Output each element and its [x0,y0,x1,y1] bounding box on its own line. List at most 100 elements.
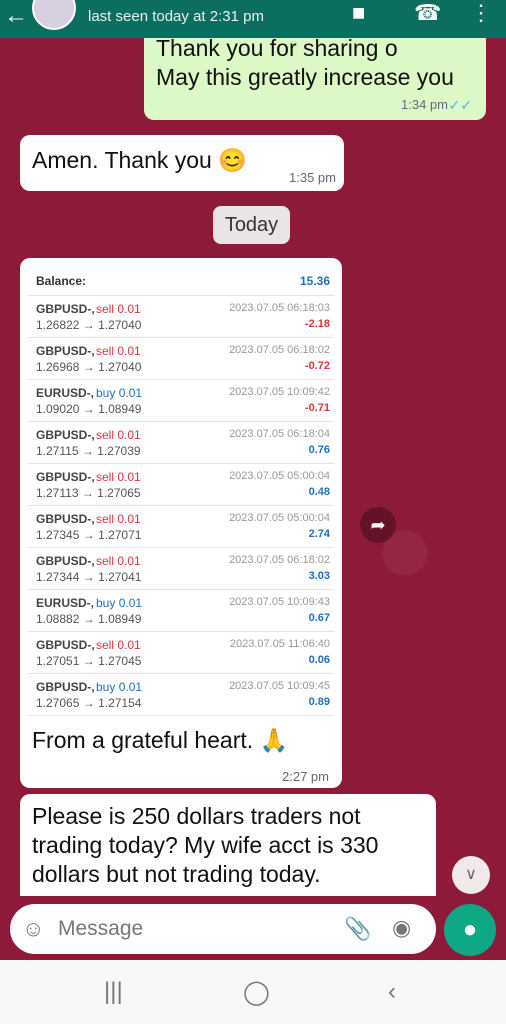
trade-profit: -0.72 [304,360,330,372]
chat-area[interactable]: Thank you for sharing o May this greatly… [0,38,506,896]
trade-profit: 0.89 [308,696,330,708]
emoji-icon[interactable]: ☺ [22,916,44,942]
trade-direction: sell 0.01 [96,554,141,568]
trade-profit: 0.48 [308,486,330,498]
trade-symbol: GBPUSD-, [36,512,95,526]
trade-row: GBPUSD-, sell 0.01 1.27113 → 1.27065 2023.0… [28,464,334,506]
last-seen-status: last seen today at 2:31 pm [88,8,264,25]
trade-symbol: GBPUSD-, [36,428,95,442]
trade-prices: 1.26822 → 1.27040 [36,318,142,332]
message-line: trading today? My wife acct is 330 [32,832,379,858]
trade-profit: 0.76 [308,444,330,456]
message-time: 1:34 pm [401,97,448,112]
trade-symbol: EURUSD-, [36,596,95,610]
forward-icon[interactable]: ➦ [360,507,396,543]
mic-icon: ● [462,916,478,943]
trade-datetime: 2023.07.05 06:18:02 [229,554,330,566]
trade-row: GBPUSD-, sell 0.01 1.27115 → 1.27039 2023.0… [28,422,334,464]
message-time: 1:35 pm [289,170,336,185]
trade-profit: -2.18 [304,318,330,330]
trade-symbol: GBPUSD-, [36,344,95,358]
trade-direction: sell 0.01 [96,470,141,484]
date-chip: Today [213,206,290,244]
camera-icon[interactable]: ◉ [392,915,411,941]
trade-datetime: 2023.07.05 10:09:42 [229,386,330,398]
read-ticks-icon: ✓✓ [448,97,472,113]
trade-datetime: 2023.07.05 11:06:40 [229,638,330,650]
incoming-message[interactable]: Amen. Thank you 😊 1:35 pm [20,135,344,191]
message-text: Amen. Thank you 😊 [32,147,247,173]
trade-history-image[interactable]: Balance: 15.36 GBPUSD-, sell 0.01 1.26822 … [28,266,334,716]
trade-direction: sell 0.01 [96,428,141,442]
scroll-down-icon[interactable]: ∨ [452,856,490,894]
incoming-message[interactable]: Please is 250 dollars traders not tradin… [20,794,436,896]
message-input[interactable] [58,914,318,944]
trade-direction: buy 0.01 [96,596,143,610]
trade-profit: 3.03 [308,570,330,582]
trade-row: GBPUSD-, sell 0.01 1.27051 → 1.27045 2023.0… [28,632,334,674]
attach-icon[interactable]: 📎 [344,916,371,942]
mic-button[interactable]: ● [444,904,496,956]
trade-symbol: GBPUSD-, [36,554,95,568]
balance-row: Balance: 15.36 [28,266,334,296]
trade-direction: sell 0.01 [96,344,141,358]
trade-datetime: 2023.07.05 10:09:43 [229,596,330,608]
back-arrow-icon[interactable]: ← [4,2,28,30]
trade-profit: 0.67 [308,612,330,624]
trade-symbol: EURUSD-, [36,386,95,400]
trade-datetime: 2023.07.05 06:18:02 [229,344,330,356]
back-nav-icon[interactable]: ‹ [388,978,396,1006]
trade-prices: 1.09020 → 1.08949 [36,402,142,416]
trade-row: GBPUSD-, sell 0.01 1.27345 → 1.27071 2023.0… [28,506,334,548]
trade-datetime: 2023.07.05 06:18:04 [229,428,330,440]
message-box[interactable]: ☺ 📎 ◉ [10,904,436,954]
trade-row: EURUSD-, buy 0.01 1.09020 → 1.08949 2023.07… [28,380,334,422]
trade-profit: 2.74 [308,528,330,540]
balance-value: 15.36 [299,274,330,288]
trade-profit: 0.06 [308,654,330,666]
trade-datetime: 2023.07.05 05:00:04 [229,470,330,482]
message-line: dollars but not trading today. [32,861,321,887]
message-line: Please is 250 dollars traders not [32,803,361,829]
message-time: 2:27 pm [282,769,329,784]
outgoing-message[interactable]: Thank you for sharing o May this greatly… [144,38,486,120]
trade-direction: sell 0.01 [96,638,141,652]
balance-label: Balance: [36,274,87,288]
recent-apps-icon[interactable]: ||| [104,978,123,1006]
trade-row: GBPUSD-, buy 0.01 1.27065 → 1.27154 2023.07… [28,674,334,716]
trade-profit: -0.71 [304,402,330,414]
trade-symbol: GBPUSD-, [36,470,95,484]
trade-direction: buy 0.01 [96,386,143,400]
trade-row: GBPUSD-, sell 0.01 1.26968 → 1.27040 2023.0… [28,338,334,380]
trade-symbol: GBPUSD-, [36,302,95,316]
trade-row: GBPUSD-, sell 0.01 1.27344 → 1.27041 2023.0… [28,548,334,590]
more-options-icon[interactable]: ⋮ [470,0,492,26]
phone-icon[interactable]: ☎ [414,0,441,26]
trade-direction: sell 0.01 [96,512,141,526]
trade-prices: 1.26968 → 1.27040 [36,360,142,374]
video-call-icon[interactable]: ■ [352,0,365,26]
trade-row: EURUSD-, buy 0.01 1.08882 → 1.08949 2023.07… [28,590,334,632]
trade-datetime: 2023.07.05 06:18:03 [229,302,330,314]
contact-avatar[interactable] [32,0,76,30]
trade-symbol: GBPUSD-, [36,680,95,694]
trade-symbol: GBPUSD-, [36,638,95,652]
trade-prices: 1.27065 → 1.27154 [36,696,142,710]
trade-prices: 1.27344 → 1.27041 [36,570,142,584]
trade-prices: 1.27051 → 1.27045 [36,654,142,668]
chat-header: ← last seen today at 2:31 pm ■ ☎ ⋮ [0,0,506,38]
system-nav-bar: ||| ◯ ‹ [0,960,506,1024]
input-bar: ☺ 📎 ◉ ● [0,896,506,960]
message-line: Thank you for sharing o [156,38,398,61]
trade-row: GBPUSD-, sell 0.01 1.26822 → 1.27040 2023.0… [28,296,334,338]
message-line: May this greatly increase you [156,64,454,90]
trade-prices: 1.27115 → 1.27039 [36,444,141,458]
trade-prices: 1.27345 → 1.27071 [36,528,142,542]
trade-direction: buy 0.01 [96,680,143,694]
trade-prices: 1.27113 → 1.27065 [36,486,141,500]
image-caption: From a grateful heart. 🙏 [32,727,289,753]
trade-prices: 1.08882 → 1.08949 [36,612,142,626]
trade-datetime: 2023.07.05 10:09:45 [229,680,330,692]
trade-direction: sell 0.01 [96,302,141,316]
home-icon[interactable]: ◯ [243,978,270,1007]
